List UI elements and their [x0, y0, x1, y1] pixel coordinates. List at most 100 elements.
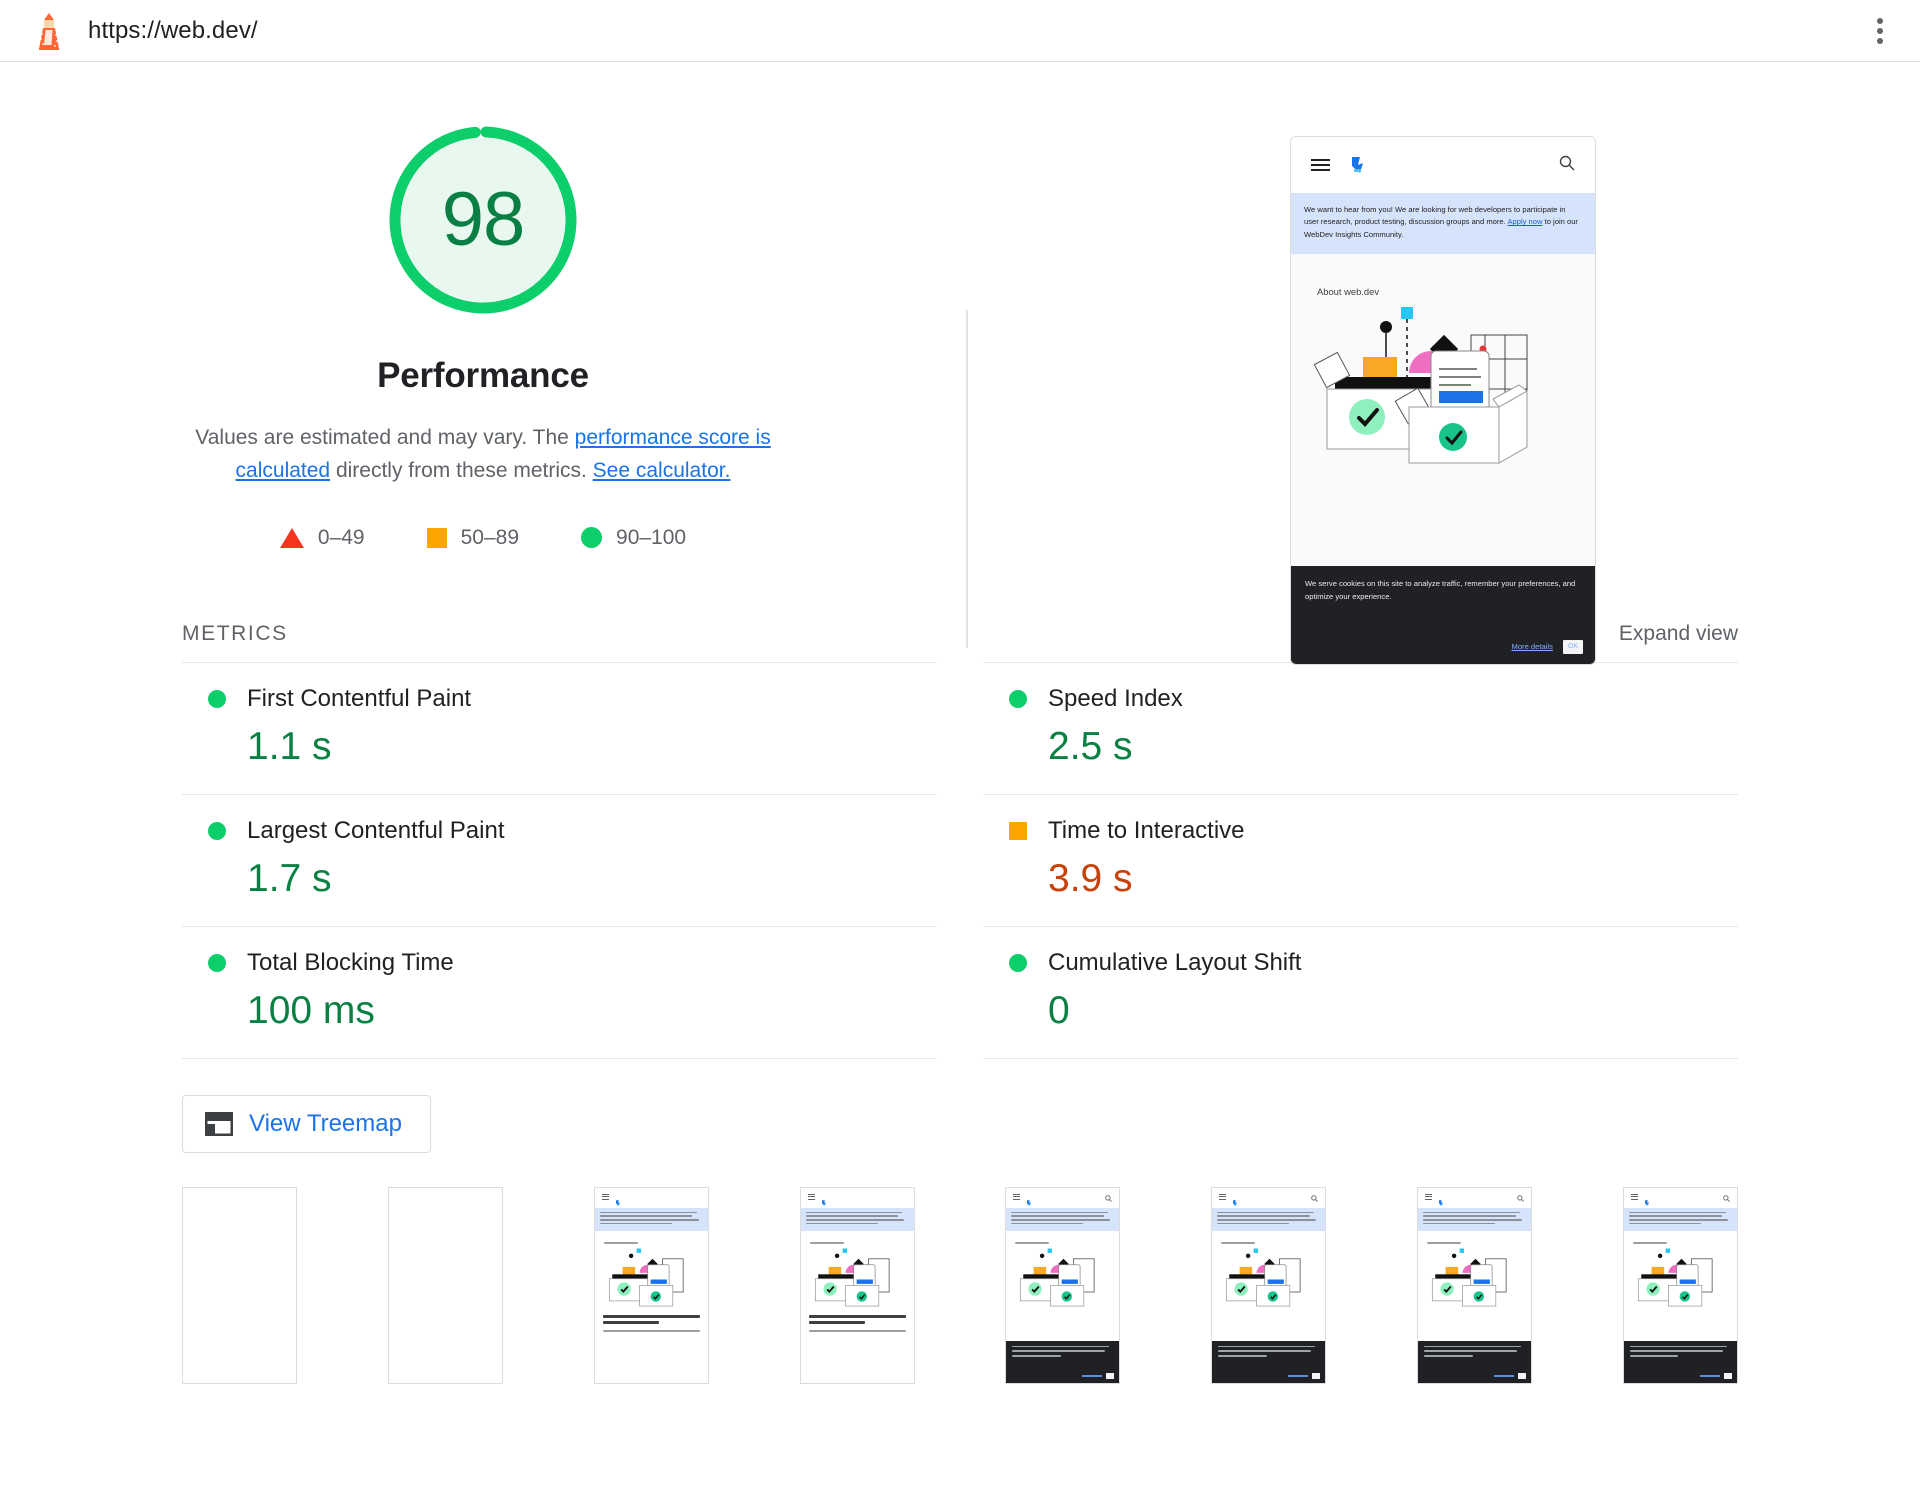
filmstrip-frame[interactable]	[1417, 1186, 1533, 1384]
hamburger-menu-icon	[1311, 159, 1330, 171]
search-icon	[1723, 1189, 1730, 1207]
pass-circle-icon	[1009, 690, 1027, 708]
metric-head: Time to Interactive	[1009, 817, 1738, 845]
mini-cookie-actions	[1699, 1372, 1732, 1379]
mini-banner	[594, 1207, 708, 1231]
pass-circle-icon	[581, 527, 603, 548]
metric-value: 1.7 s	[247, 856, 332, 900]
mini-header	[1418, 1187, 1532, 1208]
cookie-ok-button	[1723, 1372, 1732, 1379]
metric-time-to-interactive[interactable]: Time to Interactive 3.9 s	[983, 793, 1738, 926]
mini-illustration	[1424, 1247, 1525, 1309]
hamburger-menu-icon	[601, 1193, 609, 1201]
metric-head: Speed Index	[1009, 685, 1738, 713]
apply-now-link: Apply now	[1507, 217, 1543, 227]
mini-header	[1006, 1187, 1120, 1208]
metric-head: First Contentful Paint	[208, 685, 937, 713]
metric-largest-contentful-paint[interactable]: Largest Contentful Paint 1.7 s	[182, 793, 937, 926]
metric-head: Cumulative Layout Shift	[1009, 949, 1738, 977]
filmstrip-frame[interactable]	[593, 1186, 709, 1384]
cookie-ok-button	[1106, 1372, 1115, 1379]
desc-part-2: directly from these metrics.	[330, 458, 593, 482]
fail-triangle-icon	[279, 527, 304, 548]
screenshot-banner: We want to hear from you! We are looking…	[1291, 193, 1595, 254]
legend-item-fail: 0–49	[279, 525, 365, 550]
webdev-logo-icon	[615, 1194, 624, 1206]
more-details-link	[1288, 1374, 1309, 1377]
metric-name: Total Blocking Time	[247, 948, 454, 976]
mini-caption	[801, 1309, 914, 1332]
hamburger-menu-icon	[807, 1193, 815, 1201]
mini-header	[1212, 1187, 1326, 1208]
mini-illustration	[1630, 1247, 1731, 1309]
filmstrip-frame[interactable]	[1622, 1186, 1738, 1384]
metric-cumulative-layout-shift[interactable]: Cumulative Layout Shift 0	[983, 925, 1738, 1059]
cookie-ok-button	[1518, 1372, 1527, 1379]
metric-name: Cumulative Layout Shift	[1048, 948, 1302, 976]
score-description: Values are estimated and may vary. The p…	[147, 422, 819, 488]
filmstrip	[0, 1186, 1920, 1384]
search-icon	[1559, 155, 1575, 176]
webdev-logo-icon	[1644, 1194, 1653, 1206]
search-icon	[1517, 1189, 1524, 1207]
kebab-dot	[1877, 37, 1883, 44]
mini-section-heading	[801, 1231, 914, 1247]
expand-view-toggle[interactable]: Expand view	[1619, 622, 1738, 646]
filmstrip-frame[interactable]	[182, 1186, 297, 1384]
view-treemap-button[interactable]: View Treemap	[182, 1094, 431, 1153]
webdev-logo-icon	[1026, 1194, 1035, 1206]
metric-value: 0	[1048, 988, 1070, 1032]
more-details-link	[1699, 1374, 1720, 1377]
metric-head: Largest Contentful Paint	[208, 817, 937, 845]
pass-circle-icon	[208, 953, 226, 972]
mini-banner	[1623, 1207, 1737, 1231]
pass-circle-icon	[1009, 953, 1027, 972]
metric-first-contentful-paint[interactable]: First Contentful Paint 1.1 s	[182, 662, 937, 794]
hamburger-menu-icon	[1630, 1193, 1638, 1201]
metric-value: 1.1 s	[247, 725, 332, 768]
more-details-link: More details	[1511, 641, 1553, 651]
metrics-section: METRICS Expand view First Contentful Pai…	[0, 622, 1920, 1059]
mini-cookie-banner	[1212, 1340, 1326, 1383]
kebab-dot	[1877, 17, 1883, 24]
metric-speed-index[interactable]: Speed Index 2.5 s	[983, 662, 1738, 794]
kebab-menu-icon[interactable]	[1862, 13, 1898, 49]
mini-banner	[800, 1207, 914, 1231]
filmstrip-frame[interactable]	[1211, 1186, 1327, 1384]
metric-head: Total Blocking Time	[208, 949, 937, 977]
hamburger-menu-icon	[1425, 1193, 1433, 1201]
screenshot-section-heading: About web.dev	[1317, 285, 1380, 297]
see-calculator-link[interactable]: See calculator.	[593, 459, 731, 482]
report-url: https://web.dev/	[88, 16, 258, 44]
mini-illustration	[1218, 1247, 1319, 1309]
mini-header	[1623, 1187, 1737, 1208]
webdev-logo-icon	[821, 1194, 830, 1206]
average-square-icon	[426, 527, 447, 548]
webdev-logo-icon	[1438, 1194, 1447, 1206]
mini-section-heading	[1624, 1231, 1737, 1247]
metrics-grid: First Contentful Paint 1.1 s Speed Index…	[182, 662, 1738, 1059]
final-screenshot-panel: We want to hear from you! We are looking…	[966, 88, 1920, 665]
score-hero: 98 Performance Values are estimated and …	[0, 62, 1920, 665]
cookie-ok-button: OK	[1562, 640, 1583, 654]
report-topbar: https://web.dev/	[0, 0, 1920, 62]
webdev-logo-icon	[1232, 1194, 1241, 1206]
score-legend: 0–49 50–89 90–100	[279, 525, 686, 550]
treemap-row: View Treemap	[0, 1059, 1920, 1153]
cookie-banner: We serve cookies on this site to analyze…	[1291, 566, 1595, 664]
final-screenshot: We want to hear from you! We are looking…	[1290, 136, 1596, 665]
filmstrip-frame[interactable]	[799, 1186, 915, 1384]
performance-gauge: 98	[381, 118, 585, 322]
legend-item-pass: 90–100	[581, 526, 686, 550]
metric-name: First Contentful Paint	[247, 685, 472, 712]
mini-caption	[595, 1309, 708, 1332]
legend-label-fail: 0–49	[317, 525, 365, 549]
filmstrip-frame[interactable]	[1005, 1186, 1121, 1384]
mini-section-heading	[1212, 1231, 1325, 1247]
more-details-link	[1494, 1374, 1515, 1377]
metric-total-blocking-time[interactable]: Total Blocking Time 100 ms	[182, 925, 937, 1059]
hero-divider	[966, 310, 968, 648]
mini-section-heading	[595, 1231, 708, 1247]
score-panel: 98 Performance Values are estimated and …	[0, 88, 966, 622]
filmstrip-frame[interactable]	[387, 1186, 503, 1384]
